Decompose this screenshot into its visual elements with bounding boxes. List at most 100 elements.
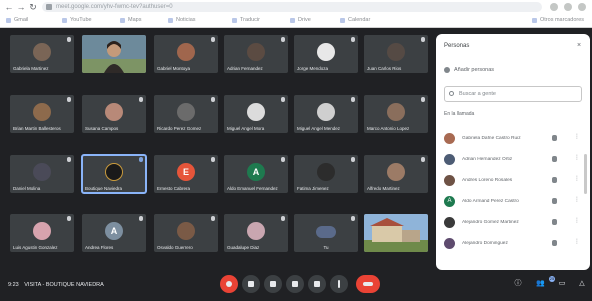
- mic-off-icon[interactable]: [552, 135, 557, 141]
- shared-video-tile[interactable]: [364, 214, 428, 252]
- participant-name: Aldo Emanuel Fernandez: [227, 186, 278, 191]
- participant-tile[interactable]: Gabriel Montoya: [154, 35, 218, 73]
- meeting-info: 9:23 VISITA - BOUTIQUE NAVIEDRA: [8, 282, 108, 288]
- present-button[interactable]: [308, 275, 326, 293]
- participant-tile[interactable]: Daniel Molina: [10, 155, 74, 193]
- participant-video-tile[interactable]: [82, 35, 146, 73]
- search-placeholder: Buscar a gente: [459, 91, 496, 97]
- more-options-icon[interactable]: ⋮: [574, 218, 580, 225]
- browser-toolbar: ← → ↻ meet.google.com/yhv-fwmc-tev?authu…: [0, 0, 592, 14]
- back-icon[interactable]: ←: [4, 2, 14, 12]
- people-panel: Personas × Añadir personas Buscar a gent…: [436, 34, 590, 270]
- avatar: [317, 163, 335, 181]
- participant-tile[interactable]: Alfredo Martinez: [364, 155, 428, 193]
- participant-tile[interactable]: Marco Antonio Lopez: [364, 95, 428, 133]
- bookmark-item[interactable]: Noticias: [168, 16, 196, 25]
- hand-icon: [292, 281, 298, 287]
- participant-count-badge: 25: [549, 276, 555, 282]
- participant-tile[interactable]: Adrian Fernandez: [224, 35, 288, 73]
- mic-off-icon[interactable]: [552, 156, 557, 162]
- mic-off-icon[interactable]: [552, 219, 557, 225]
- url-text: meet.google.com/yhv-fwmc-tev?authuser=0: [56, 4, 173, 10]
- more-options-icon[interactable]: ⋮: [574, 176, 580, 183]
- participant-name: Miguel Angel Mora: [227, 126, 265, 131]
- participant-tile[interactable]: A Aldo Emanuel Fernandez: [224, 155, 288, 193]
- participant-tile-speaking[interactable]: Boutique Naviedra: [81, 154, 147, 194]
- avatar: [33, 163, 51, 181]
- more-options-icon[interactable]: ⋮: [574, 134, 580, 141]
- participant-tile[interactable]: Ricardo Perez Gomez: [154, 95, 218, 133]
- participant-row[interactable]: Alejandro Gomez Martinez ⋮: [444, 214, 586, 232]
- reload-icon[interactable]: ↻: [28, 2, 38, 12]
- participant-name: Boutique Naviedra: [85, 186, 123, 191]
- participant-tile[interactable]: Osvaldo Guerrero: [154, 214, 218, 252]
- captions-icon: [270, 281, 276, 287]
- participant-row[interactable]: Adrian Hernandez Ortiz ⋮: [444, 151, 586, 169]
- bookmark-item[interactable]: Otros marcadores: [532, 16, 584, 25]
- activities-icon[interactable]: △: [578, 280, 586, 288]
- participant-name: Brian Martin Ballesteros: [13, 126, 61, 131]
- participant-name: Fatima Jimenez: [297, 186, 329, 191]
- avatar: A: [444, 196, 455, 207]
- info-icon[interactable]: ⓘ: [514, 280, 522, 288]
- participant-row[interactable]: Alejandro Dominguez ⋮: [444, 235, 586, 253]
- bookmark-item[interactable]: Calendar: [340, 16, 370, 25]
- avatar: [247, 103, 265, 121]
- mic-off-icon[interactable]: [552, 198, 557, 204]
- more-options-icon[interactable]: ⋮: [574, 239, 580, 246]
- participant-row[interactable]: A Aldo Armand Perez Castro ⋮: [444, 193, 586, 211]
- participant-tile[interactable]: A Andrea Flores: [82, 214, 146, 252]
- self-tile[interactable]: Tu: [294, 214, 358, 252]
- participant-row[interactable]: Andres Loreno Rosales ⋮: [444, 172, 586, 190]
- participant-tile[interactable]: Miguel Angel Mendez: [294, 95, 358, 133]
- bookmark-item[interactable]: Traducir: [232, 16, 260, 25]
- participant-tile[interactable]: Miguel Angel Mora: [224, 95, 288, 133]
- participant-name: Gabriel Montoya: [157, 66, 191, 71]
- more-options-icon[interactable]: ⋮: [574, 155, 580, 162]
- raise-hand-button[interactable]: [286, 275, 304, 293]
- bookmark-item[interactable]: Drive: [290, 16, 311, 25]
- close-icon[interactable]: ×: [577, 42, 581, 49]
- add-people-button[interactable]: Añadir personas: [444, 67, 494, 73]
- participant-tile[interactable]: Gabriela Martinez: [10, 35, 74, 73]
- participant-tile[interactable]: Fatima Jimenez: [294, 155, 358, 193]
- leave-call-button[interactable]: [356, 275, 380, 293]
- mic-toggle-button[interactable]: [220, 275, 238, 293]
- camera-toggle-button[interactable]: [242, 275, 260, 293]
- forward-icon[interactable]: →: [16, 2, 26, 12]
- extensions-icon[interactable]: [564, 3, 572, 11]
- participant-tile[interactable]: Juan Carlos Rios: [364, 35, 428, 73]
- mic-off-icon[interactable]: [552, 177, 557, 183]
- bookmark-item[interactable]: Maps: [120, 16, 141, 25]
- bookmark-item[interactable]: Gmail: [6, 16, 28, 25]
- mic-off-icon: [351, 97, 355, 102]
- participant-tile[interactable]: E Ernesto Cabrera: [154, 155, 218, 193]
- address-bar[interactable]: meet.google.com/yhv-fwmc-tev?authuser=0: [42, 2, 542, 12]
- people-search-input[interactable]: Buscar a gente: [444, 86, 582, 102]
- participant-tile[interactable]: Guadalupe Diaz: [224, 214, 288, 252]
- participant-name: Tu: [323, 245, 329, 250]
- profile-icon[interactable]: [578, 3, 586, 11]
- more-options-button[interactable]: [330, 275, 348, 293]
- mic-off-icon[interactable]: [552, 240, 557, 246]
- camera-icon: [248, 281, 254, 287]
- more-options-icon[interactable]: ⋮: [574, 197, 580, 204]
- mic-off-icon: [211, 157, 215, 162]
- participant-tile[interactable]: Brian Martin Ballesteros: [10, 95, 74, 133]
- panel-scrollbar[interactable]: [584, 154, 587, 194]
- participant-tile[interactable]: Jorge Mendoza: [294, 35, 358, 73]
- participant-name: Alfredo Martinez: [367, 186, 400, 191]
- panel-title: Personas: [444, 43, 470, 49]
- people-icon[interactable]: 👥: [536, 280, 545, 288]
- bookmark-item[interactable]: YouTube: [62, 16, 92, 25]
- mic-off-icon: [281, 37, 285, 42]
- participant-name: Osvaldo Guerrero: [157, 245, 193, 250]
- chat-icon[interactable]: ▭: [558, 280, 566, 288]
- participant-row[interactable]: Gabriela Dafne Castro Ruiz ⋮: [444, 130, 586, 148]
- avatar: [105, 103, 123, 121]
- captions-button[interactable]: [264, 275, 282, 293]
- star-icon[interactable]: [550, 3, 558, 11]
- participant-name: Miguel Angel Mendez: [297, 126, 341, 131]
- participant-tile[interactable]: Luis Agustin Gonzalez: [10, 214, 74, 252]
- participant-tile[interactable]: Susana Campos: [82, 95, 146, 133]
